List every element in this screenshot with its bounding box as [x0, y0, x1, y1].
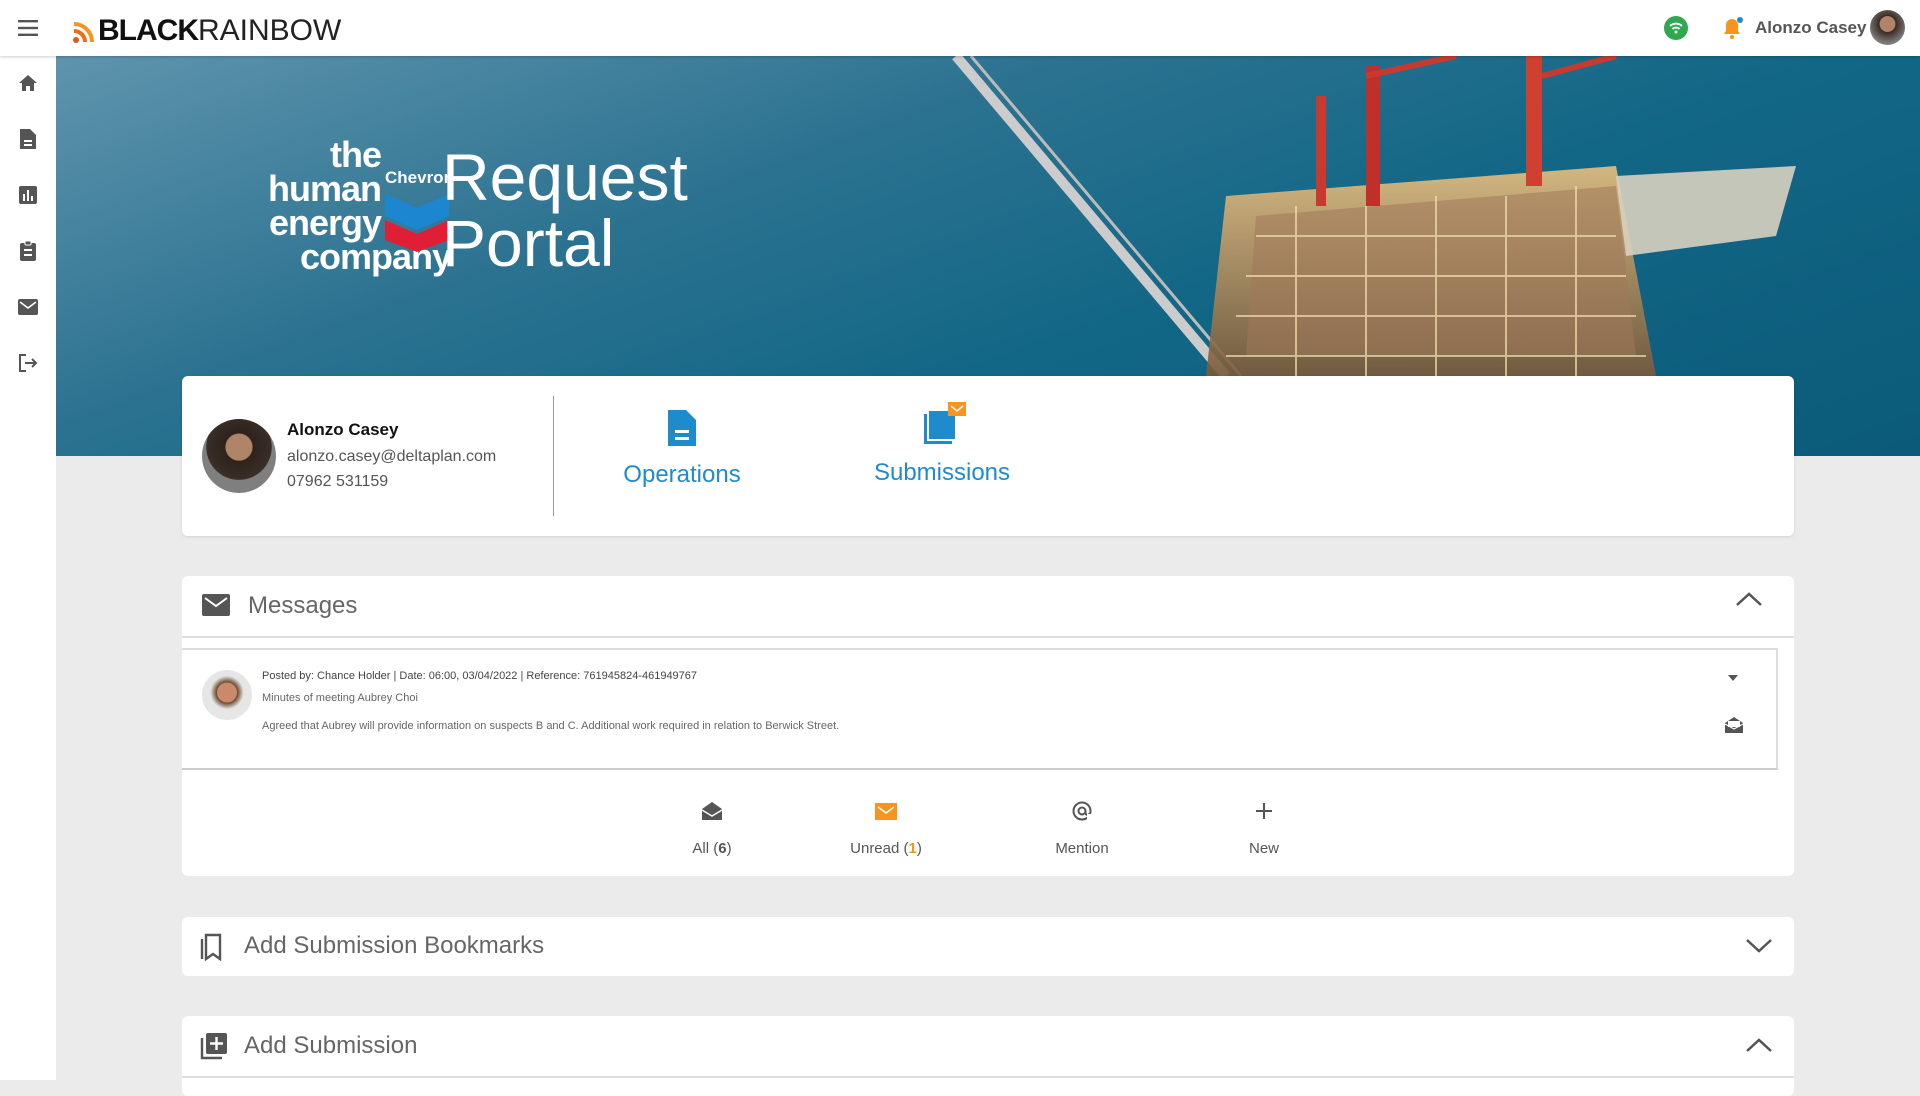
sender-avatar: [202, 670, 252, 720]
at-sign-icon: [1071, 801, 1093, 821]
tab-unread-count: 1: [909, 840, 917, 857]
message-list[interactable]: Posted by: Chance Holder | Date: 06:00, …: [182, 648, 1778, 770]
collapse-chevron-up-icon[interactable]: [1734, 590, 1764, 613]
clipboard-icon[interactable]: [16, 239, 40, 263]
add-submission-panel: Add Submission: [182, 1016, 1794, 1096]
wifi-status-icon[interactable]: [1664, 16, 1688, 40]
brand-light: RAINBOW: [198, 14, 341, 48]
tab-unread-label: Unread (: [850, 840, 908, 857]
expand-chevron-down-icon[interactable]: [1744, 937, 1774, 960]
profile-email[interactable]: alonzo.casey@deltaplan.com: [287, 448, 496, 466]
tab-mention[interactable]: Mention: [1022, 801, 1142, 857]
paren: ): [727, 840, 732, 857]
chevron-emblem-icon: [385, 190, 449, 252]
message-meta: Posted by: Chance Holder | Date: 06:00, …: [262, 670, 697, 682]
profile-name: Alonzo Casey: [287, 420, 398, 440]
operations-label: Operations: [612, 461, 752, 489]
tab-new[interactable]: New: [1204, 801, 1324, 857]
envelope-unread-icon: [875, 801, 897, 821]
submissions-button[interactable]: Submissions: [862, 402, 1022, 487]
logo-line: the: [268, 138, 381, 172]
tab-mention-label: Mention: [1022, 840, 1142, 857]
logo-line: energy: [268, 206, 381, 240]
plus-icon: [1253, 801, 1275, 821]
brand-bold: BLACK: [98, 14, 198, 48]
submissions-label: Submissions: [862, 459, 1022, 487]
sidebar: [0, 56, 56, 1080]
profile-avatar: [202, 419, 276, 493]
bookmark-icon: [200, 933, 224, 966]
tab-new-label: New: [1204, 840, 1324, 857]
profile-phone: 07962 531159: [287, 473, 388, 491]
brand-logo[interactable]: BLACK RAINBOW: [72, 14, 341, 48]
operations-button[interactable]: Operations: [612, 410, 752, 489]
envelope-open-icon: [701, 801, 723, 821]
messages-title: Messages: [248, 592, 357, 620]
profile-card: Alonzo Casey alonzo.casey@deltaplan.com …: [182, 376, 1794, 536]
tab-all-label: All (: [692, 840, 718, 857]
document-icon: [668, 410, 696, 446]
message-body: Agreed that Aubrey will provide informat…: [262, 720, 839, 732]
document-icon[interactable]: [16, 127, 40, 151]
home-icon[interactable]: [16, 71, 40, 95]
top-bar: BLACK RAINBOW Alonzo Casey: [0, 0, 1920, 56]
submissions-icon: [918, 402, 966, 446]
divider: [553, 396, 554, 516]
message-subject: Minutes of meeting Aubrey Choi: [262, 692, 418, 704]
mail-icon[interactable]: [16, 295, 40, 319]
portal-title: Request Portal: [442, 144, 688, 276]
logout-icon[interactable]: [16, 351, 40, 375]
menu-icon[interactable]: [18, 20, 38, 41]
bookmarks-panel[interactable]: Add Submission Bookmarks: [182, 917, 1794, 976]
portal-title-line1: Request: [442, 144, 688, 210]
logo-line: human: [268, 172, 381, 206]
tab-unread[interactable]: Unread (1): [826, 801, 946, 857]
caret-down-icon[interactable]: [1728, 668, 1738, 686]
mark-read-envelope-icon[interactable]: [1724, 716, 1744, 739]
brand-rainbow-icon: [72, 18, 98, 44]
collapse-chevron-up-icon[interactable]: [1744, 1036, 1774, 1059]
bell-icon[interactable]: [1720, 16, 1744, 45]
bookmarks-title: Add Submission Bookmarks: [244, 932, 544, 960]
mail-icon: [202, 594, 230, 621]
user-name[interactable]: Alonzo Casey: [1755, 18, 1866, 38]
add-to-library-icon: [200, 1032, 228, 1065]
chevron-logo: the human energy company Chevron: [181, 138, 451, 288]
bar-chart-icon[interactable]: [16, 183, 40, 207]
add-submission-title: Add Submission: [244, 1032, 417, 1060]
paren: ): [917, 840, 922, 857]
tab-all-count: 6: [718, 840, 726, 857]
messages-panel: Messages Posted by: Chance Holder | Date…: [182, 576, 1794, 876]
tab-all[interactable]: All (6): [652, 801, 772, 857]
portal-title-line2: Portal: [442, 210, 688, 276]
avatar[interactable]: [1870, 10, 1905, 45]
